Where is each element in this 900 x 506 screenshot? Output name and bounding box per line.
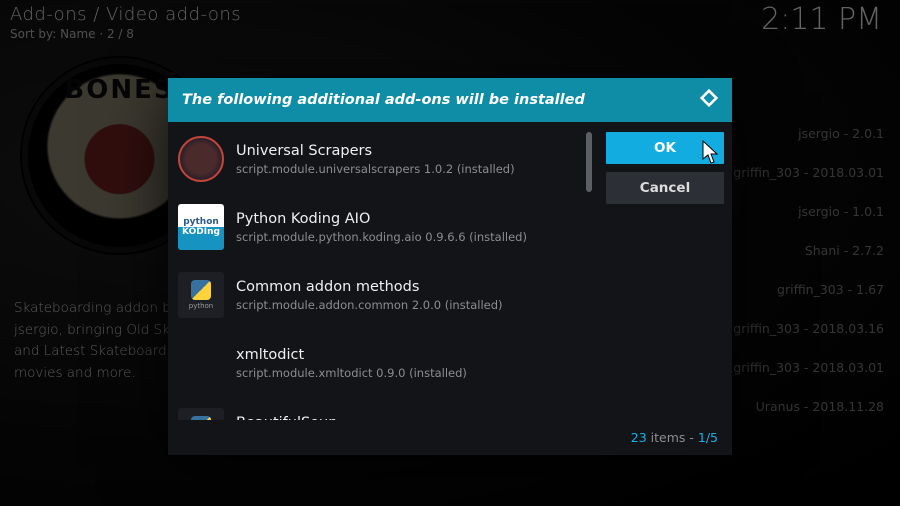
addon-row[interactable]: xmltodict script.module.xmltodict 0.9.0 …	[178, 336, 580, 404]
addon-subtitle: script.module.xmltodict 0.9.0 (installed…	[236, 366, 467, 380]
addon-thumb-icon: python	[178, 272, 224, 318]
install-dependencies-dialog: The following additional add-ons will be…	[168, 78, 732, 455]
ok-button[interactable]: OK	[606, 132, 724, 164]
addon-name: Universal Scrapers	[236, 143, 515, 159]
footer-unit: items	[647, 430, 686, 445]
addon-row[interactable]: python BeautifulSoup script.module.beaut…	[178, 404, 580, 420]
addon-thumb-icon: python KODIng	[178, 204, 224, 250]
dialog-footer: 23 items - 1/5	[168, 424, 732, 455]
footer-sep: -	[685, 430, 697, 445]
addon-row[interactable]: python Common addon methods script.modul…	[178, 268, 580, 336]
addon-name: Common addon methods	[236, 279, 503, 295]
dialog-body: Universal Scrapers script.module.univers…	[168, 122, 732, 424]
scrollbar[interactable]	[586, 132, 592, 420]
dialog-header: The following additional add-ons will be…	[168, 78, 732, 122]
footer-count: 23	[631, 430, 647, 445]
kodi-logo-icon	[698, 87, 720, 113]
addon-thumb-icon	[178, 136, 224, 182]
addon-subtitle: script.module.python.koding.aio 0.9.6.6 …	[236, 230, 527, 244]
footer-page: 1/5	[698, 430, 718, 445]
addon-subtitle: script.module.universalscrapers 1.0.2 (i…	[236, 162, 515, 176]
addon-name: xmltodict	[236, 347, 467, 363]
dialog-title: The following additional add-ons will be…	[182, 92, 585, 108]
addon-subtitle: script.module.addon.common 2.0.0 (instal…	[236, 298, 503, 312]
addon-thumb-icon	[178, 340, 224, 386]
addon-row[interactable]: Universal Scrapers script.module.univers…	[178, 132, 580, 200]
addon-row[interactable]: python KODIng Python Koding AIO script.m…	[178, 200, 580, 268]
addon-thumb-icon: python	[178, 408, 224, 420]
scrollbar-thumb[interactable]	[586, 132, 592, 192]
addon-list[interactable]: Universal Scrapers script.module.univers…	[178, 132, 584, 420]
addon-name: BeautifulSoup	[236, 415, 491, 421]
addon-name: Python Koding AIO	[236, 211, 527, 227]
dialog-actions: OK Cancel	[598, 132, 724, 420]
cancel-button[interactable]: Cancel	[606, 172, 724, 204]
